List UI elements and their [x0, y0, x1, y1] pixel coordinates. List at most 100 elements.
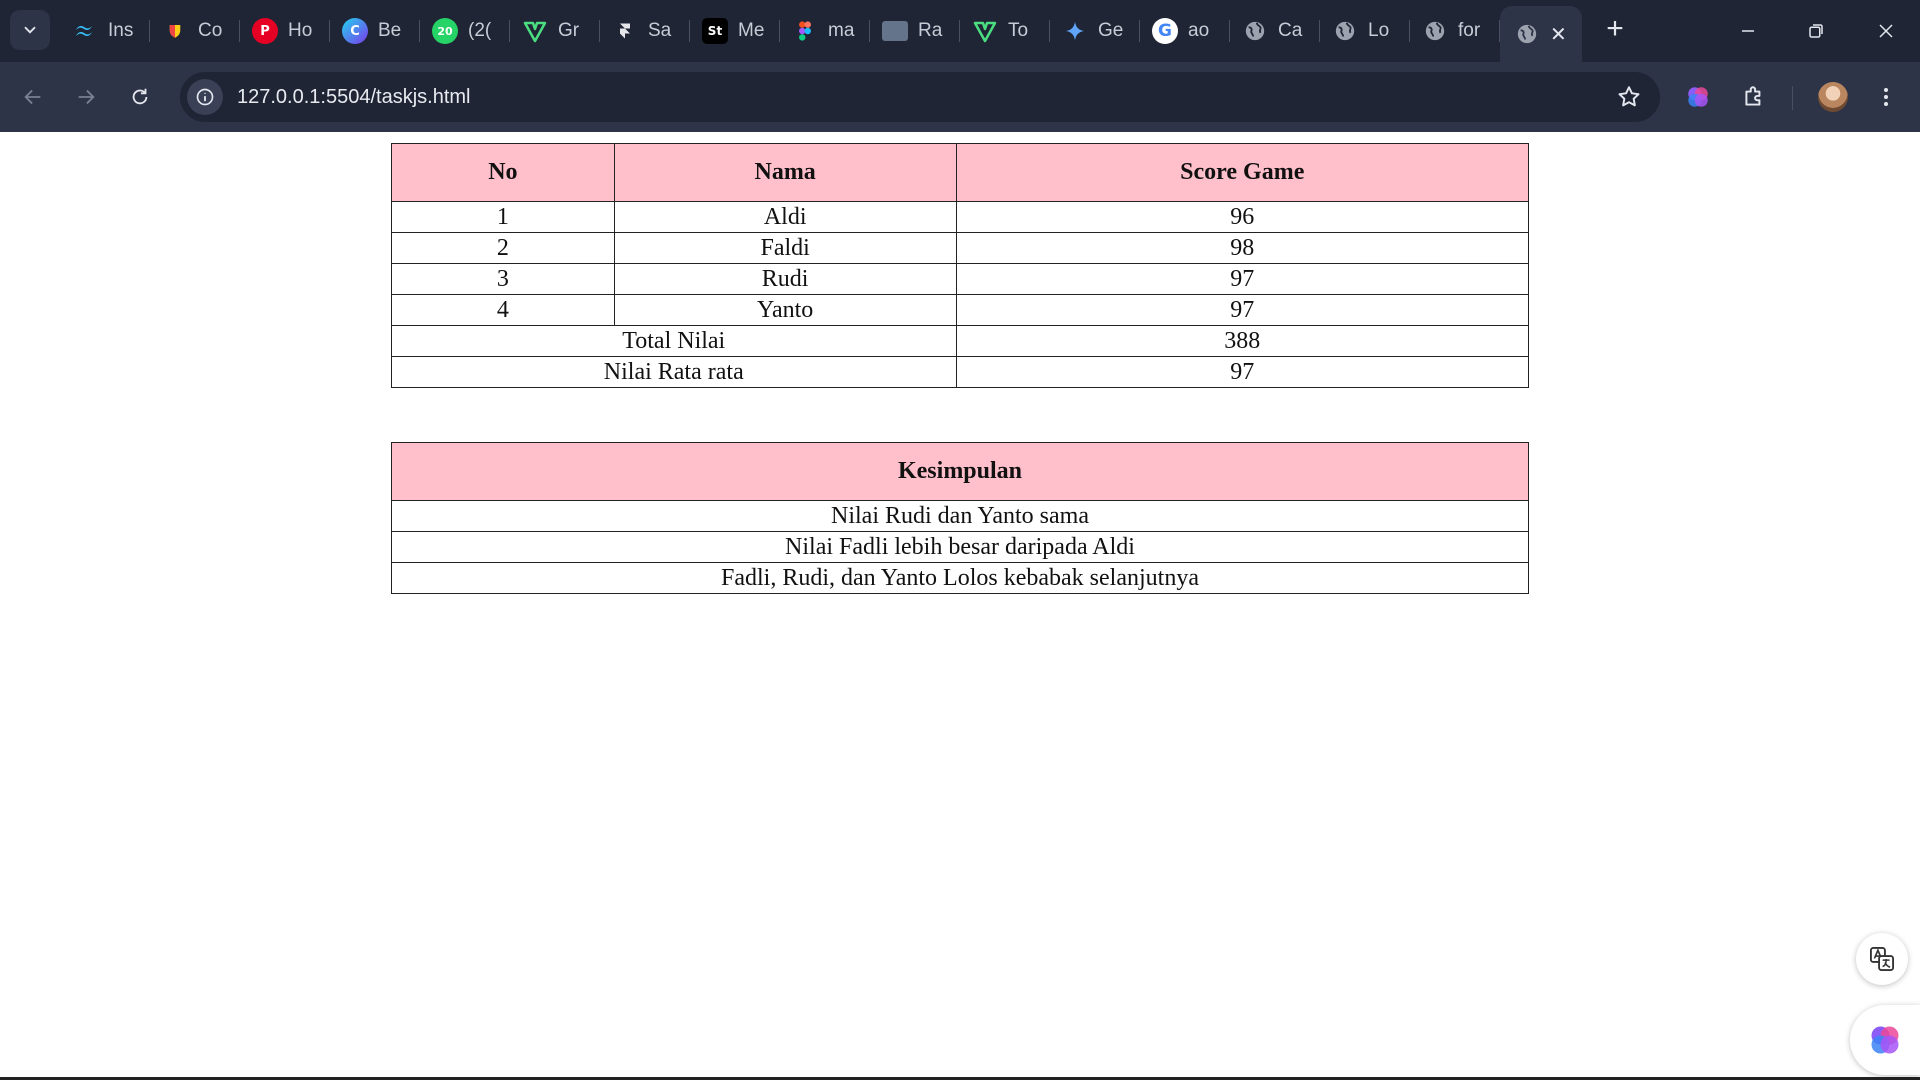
page-thumbnail-icon: [882, 21, 908, 41]
browser-tab[interactable]: P Ho: [240, 0, 330, 62]
browser-tab[interactable]: for: [1410, 0, 1500, 62]
reload-icon: [132, 88, 148, 105]
summary-table: Kesimpulan Nilai Rudi dan Yanto sama Nil…: [391, 442, 1529, 594]
pinterest-icon: P: [252, 18, 278, 44]
tab-search-button[interactable]: [10, 10, 50, 50]
table-row: Nilai Rudi dan Yanto sama: [391, 500, 1529, 532]
shield-icon: [162, 18, 188, 44]
vuetify-icon: [972, 18, 998, 44]
column-header-score: Score Game: [955, 143, 1529, 202]
browser-tab[interactable]: Ins: [60, 0, 150, 62]
framer-icon: [612, 18, 638, 44]
forward-button[interactable]: [68, 79, 104, 115]
browser-tab[interactable]: Ge: [1050, 0, 1140, 62]
browser-tab[interactable]: Ca: [1230, 0, 1320, 62]
ai-assistant-icon: [1871, 1026, 1899, 1054]
tab-title: Ca: [1278, 20, 1303, 41]
browser-menu-button[interactable]: [1870, 81, 1902, 113]
arrow-left-icon: [24, 89, 41, 105]
table-header-row: Kesimpulan: [391, 442, 1529, 501]
restore-icon: [1809, 24, 1823, 38]
browser-tab[interactable]: Lo: [1320, 0, 1410, 62]
tab-list: Ins Co P Ho C Be 20 (2( Gr Sa St Me ma R…: [60, 0, 1582, 62]
translate-button[interactable]: [1856, 933, 1908, 985]
browser-tab-strip: Ins Co P Ho C Be 20 (2( Gr Sa St Me ma R…: [0, 0, 1920, 62]
browser-tab[interactable]: Gr: [510, 0, 600, 62]
cell-nama: Yanto: [613, 294, 957, 326]
average-row: Nilai Rata rata 97: [391, 356, 1529, 388]
table-row: 1 Aldi 96: [391, 201, 1529, 233]
tab-title: ao: [1188, 20, 1210, 41]
minimize-button[interactable]: [1714, 0, 1782, 62]
globe-icon: [1422, 18, 1448, 44]
summary-item: Nilai Fadli lebih besar daripada Aldi: [391, 531, 1529, 563]
translate-icon: [1869, 946, 1895, 972]
chevron-down-icon: [24, 26, 36, 34]
whatsapp-icon: 20: [432, 18, 458, 44]
arrow-right-icon: [78, 89, 95, 105]
cell-nama: Rudi: [613, 263, 957, 295]
tab-title: Ge: [1098, 20, 1124, 41]
total-label: Total Nilai: [391, 325, 957, 357]
cell-score: 96: [955, 201, 1529, 233]
url-text[interactable]: 127.0.0.1:5504/taskjs.html: [237, 86, 470, 109]
summary-item: Nilai Rudi dan Yanto sama: [391, 500, 1529, 532]
new-tab-button[interactable]: +: [1598, 14, 1632, 48]
page-content: No Nama Score Game 1 Aldi 96 2 Faldi 98 …: [0, 132, 1920, 1080]
cell-nama: Aldi: [613, 201, 957, 233]
browser-tab[interactable]: Sa: [600, 0, 690, 62]
cell-no: 4: [391, 294, 615, 326]
ai-extension-icon[interactable]: [1682, 81, 1714, 113]
tab-title: To: [1008, 20, 1029, 41]
gemini-icon: [1062, 18, 1088, 44]
total-value: 388: [955, 325, 1529, 357]
summary-header: Kesimpulan: [391, 442, 1529, 501]
browser-tab[interactable]: St Me: [690, 0, 780, 62]
close-icon: [1879, 24, 1893, 38]
site-info-icon[interactable]: [187, 79, 223, 115]
tab-title: Me: [738, 20, 765, 41]
table-header-row: No Nama Score Game: [391, 143, 1529, 202]
more-vertical-icon: [1884, 88, 1888, 106]
average-label: Nilai Rata rata: [391, 356, 957, 388]
minimize-icon: [1742, 30, 1754, 32]
tab-title: for: [1458, 20, 1481, 41]
tab-title: Ra: [918, 20, 943, 41]
browser-tab[interactable]: C Be: [330, 0, 420, 62]
browser-tab[interactable]: Ra: [870, 0, 960, 62]
cell-score: 97: [955, 294, 1529, 326]
browser-tab[interactable]: 20 (2(: [420, 0, 510, 62]
browser-tab-active[interactable]: ✕: [1500, 6, 1582, 62]
cell-no: 1: [391, 201, 615, 233]
average-value: 97: [955, 356, 1529, 388]
table-row: 3 Rudi 97: [391, 263, 1529, 295]
back-button[interactable]: [15, 79, 51, 115]
table-row: 4 Yanto 97: [391, 294, 1529, 326]
tab-title: Be: [378, 20, 402, 41]
profile-avatar[interactable]: [1818, 82, 1848, 112]
column-header-no: No: [391, 143, 615, 202]
browser-tab[interactable]: Co: [150, 0, 240, 62]
table-row: Fadli, Rudi, dan Yanto Lolos kebabak sel…: [391, 562, 1529, 594]
reload-button[interactable]: [122, 79, 158, 115]
bookmark-star-icon[interactable]: [1616, 84, 1642, 110]
close-tab-icon[interactable]: ✕: [1550, 22, 1567, 47]
canva-icon: C: [342, 18, 368, 44]
tab-title: Co: [198, 20, 223, 41]
browser-tab[interactable]: G ao: [1140, 0, 1230, 62]
tab-title: Sa: [648, 20, 672, 41]
browser-tab[interactable]: ma: [780, 0, 870, 62]
extensions-puzzle-icon[interactable]: [1738, 81, 1770, 113]
restore-button[interactable]: [1782, 0, 1850, 62]
summary-item: Fadli, Rudi, dan Yanto Lolos kebabak sel…: [391, 562, 1529, 594]
globe-icon: [1332, 18, 1358, 44]
cell-score: 98: [955, 232, 1529, 264]
browser-toolbar: 127.0.0.1:5504/taskjs.html: [0, 62, 1920, 132]
close-window-button[interactable]: [1852, 0, 1920, 62]
browser-tab[interactable]: To: [960, 0, 1050, 62]
address-bar[interactable]: 127.0.0.1:5504/taskjs.html: [180, 72, 1660, 122]
globe-icon: [1242, 18, 1268, 44]
toolbar-divider: [1792, 86, 1793, 110]
ai-assistant-button[interactable]: [1850, 1005, 1920, 1075]
tab-title: ma: [828, 20, 855, 41]
